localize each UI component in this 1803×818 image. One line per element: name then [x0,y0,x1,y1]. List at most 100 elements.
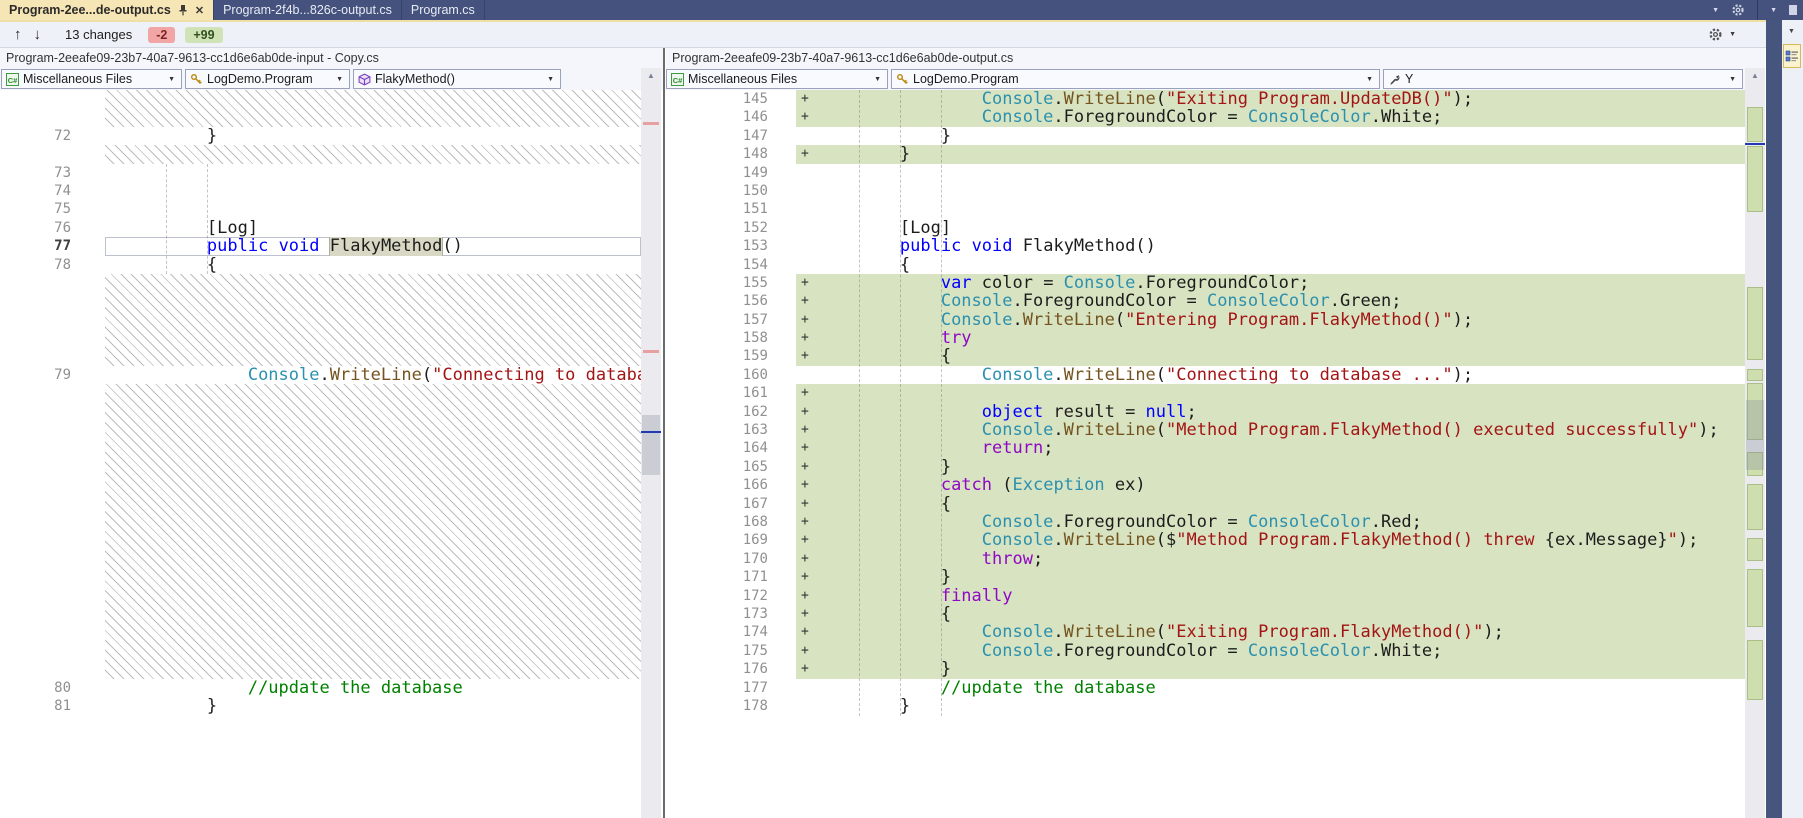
code-text[interactable]: + Console.ForegroundColor = ConsoleColor… [796,292,1745,310]
code-line-72: 72 } [0,127,641,145]
code-line-149: 149 [666,164,1745,182]
left-member-dropdown[interactable]: FlakyMethod() ▼ [353,69,561,89]
document-tab-bar: Program-2ee...de-output.cs ✕ Program-2f4… [0,0,1803,20]
strip-chevron-icon[interactable]: ▼ [1788,28,1795,35]
left-project-dropdown[interactable]: C# Miscellaneous Files ▼ [1,69,182,89]
code-text[interactable]: + [796,384,1745,402]
code-text[interactable]: + throw; [796,550,1745,568]
tab-program-cs[interactable]: Program.cs [402,0,485,20]
line-number: 172 [666,587,796,605]
code-text[interactable]: + catch (Exception ex) [796,476,1745,494]
tab-list-chevron-icon[interactable]: ▼ [1712,7,1719,14]
code-text[interactable]: + Console.WriteLine("Exiting Program.Fla… [796,623,1745,641]
code-text[interactable]: + Console.WriteLine("Method Program.Flak… [796,421,1745,439]
left-type-dropdown[interactable]: LogDemo.Program ▼ [185,69,350,89]
line-number: 178 [666,697,796,715]
code-line-155: 155+ var color = Console.ForegroundColor… [666,274,1745,292]
gear-icon[interactable] [1731,3,1745,17]
tab-program-2f4b-output[interactable]: Program-2f4b...826c-output.cs [214,0,402,20]
code-text[interactable]: + } [796,145,1745,163]
code-text[interactable]: } [796,127,1745,145]
code-text[interactable]: { [105,256,641,274]
code-text[interactable]: { [796,256,1745,274]
code-text[interactable]: + Console.WriteLine($"Method Program.Fla… [796,531,1745,549]
added-line-marker: + [801,274,809,292]
code-line-151: 151 [666,200,1745,218]
code-text[interactable]: } [105,697,641,715]
code-text[interactable]: + Console.ForegroundColor = ConsoleColor… [796,513,1745,531]
code-text[interactable]: public void FlakyMethod() [796,237,1745,255]
pane-splitter[interactable] [663,48,665,818]
code-text[interactable]: + } [796,458,1745,476]
code-text[interactable] [105,200,641,218]
code-text[interactable]: + Console.ForegroundColor = ConsoleColor… [796,108,1745,126]
code-text[interactable]: + try [796,329,1745,347]
code-line-76: 76 [Log] [0,219,641,237]
panel-icon[interactable] [1789,5,1797,15]
next-change-button[interactable]: ↓ [28,26,48,43]
window-edge-band [1766,20,1782,818]
code-text[interactable] [105,182,641,200]
code-text[interactable]: + Console.WriteLine("Exiting Program.Upd… [796,90,1745,108]
code-text[interactable] [796,182,1745,200]
code-text[interactable]: [Log] [796,219,1745,237]
code-text[interactable]: + } [796,568,1745,586]
code-line-172: 172+ finally [666,587,1745,605]
added-line-marker: + [801,292,809,310]
previous-change-button[interactable]: ↑ [8,26,28,43]
code-text[interactable]: + finally [796,587,1745,605]
tab-label: Program.cs [411,3,475,17]
code-text[interactable]: + } [796,660,1745,678]
right-member-dropdown[interactable]: Y ▼ [1383,69,1743,89]
code-text[interactable]: Console.WriteLine("Connecting to databas… [105,366,641,384]
chevron-down-icon: ▼ [872,76,883,83]
right-code-editor: 145+ Console.WriteLine("Exiting Program.… [666,90,1745,715]
left-vertical-scrollbar[interactable]: ▲ [641,68,661,818]
code-text[interactable]: + Console.ForegroundColor = ConsoleColor… [796,642,1745,660]
code-text[interactable] [105,164,641,182]
code-text[interactable]: + var color = Console.ForegroundColor; [796,274,1745,292]
line-number: 164 [666,439,796,457]
line-number: 74 [0,182,105,200]
dropdown-value: LogDemo.Program [207,72,313,86]
right-file-title: Program-2eeafe09-23b7-40a7-9613-cc1d6e6a… [666,48,1765,68]
line-number: 146 [666,108,796,126]
indent-guide [207,164,208,274]
deletion-mark [643,122,659,125]
scroll-up-arrow-icon[interactable]: ▲ [641,68,661,84]
code-text[interactable]: } [105,127,641,145]
code-text[interactable]: + return; [796,439,1745,457]
code-line-78: 78 { [0,256,641,274]
panel-chevron-icon[interactable]: ▼ [1770,7,1777,14]
document-map-button[interactable] [1783,44,1801,68]
dropdown-value: FlakyMethod() [375,72,455,86]
right-project-dropdown[interactable]: C# Miscellaneous Files ▼ [666,69,888,89]
pin-icon[interactable] [178,4,188,16]
code-text[interactable] [796,164,1745,182]
scroll-up-arrow-icon[interactable]: ▲ [1745,68,1765,84]
code-text[interactable]: + { [796,495,1745,513]
code-text[interactable]: //update the database [105,679,641,697]
code-text[interactable]: Console.WriteLine("Connecting to databas… [796,366,1745,384]
code-text[interactable]: + object result = null; [796,403,1745,421]
code-text[interactable]: + { [796,347,1745,365]
added-line-marker: + [801,568,809,586]
right-type-dropdown[interactable]: LogDemo.Program ▼ [891,69,1380,89]
line-number: 81 [0,697,105,715]
close-icon[interactable]: ✕ [195,4,204,17]
code-text[interactable]: + Console.WriteLine("Entering Program.Fl… [796,311,1745,329]
code-text[interactable]: } [796,697,1745,715]
code-text[interactable]: + { [796,605,1745,623]
left-navigation-bar: C# Miscellaneous Files ▼ LogDemo.Program… [0,68,663,90]
right-vertical-scrollbar[interactable]: ▲ [1745,68,1765,818]
code-text[interactable]: //update the database [796,679,1745,697]
line-number: 77 [0,237,105,255]
diff-settings-chevron-icon[interactable]: ▼ [1729,31,1736,38]
line-number: 78 [0,256,105,274]
diff-settings-gear-icon[interactable] [1708,27,1723,42]
tab-program-2ee-output[interactable]: Program-2ee...de-output.cs ✕ [0,0,214,20]
code-text[interactable]: public void FlakyMethod() [105,237,641,255]
code-text[interactable]: [Log] [105,219,641,237]
code-text[interactable] [796,200,1745,218]
code-line-162: 162+ object result = null; [666,403,1745,421]
